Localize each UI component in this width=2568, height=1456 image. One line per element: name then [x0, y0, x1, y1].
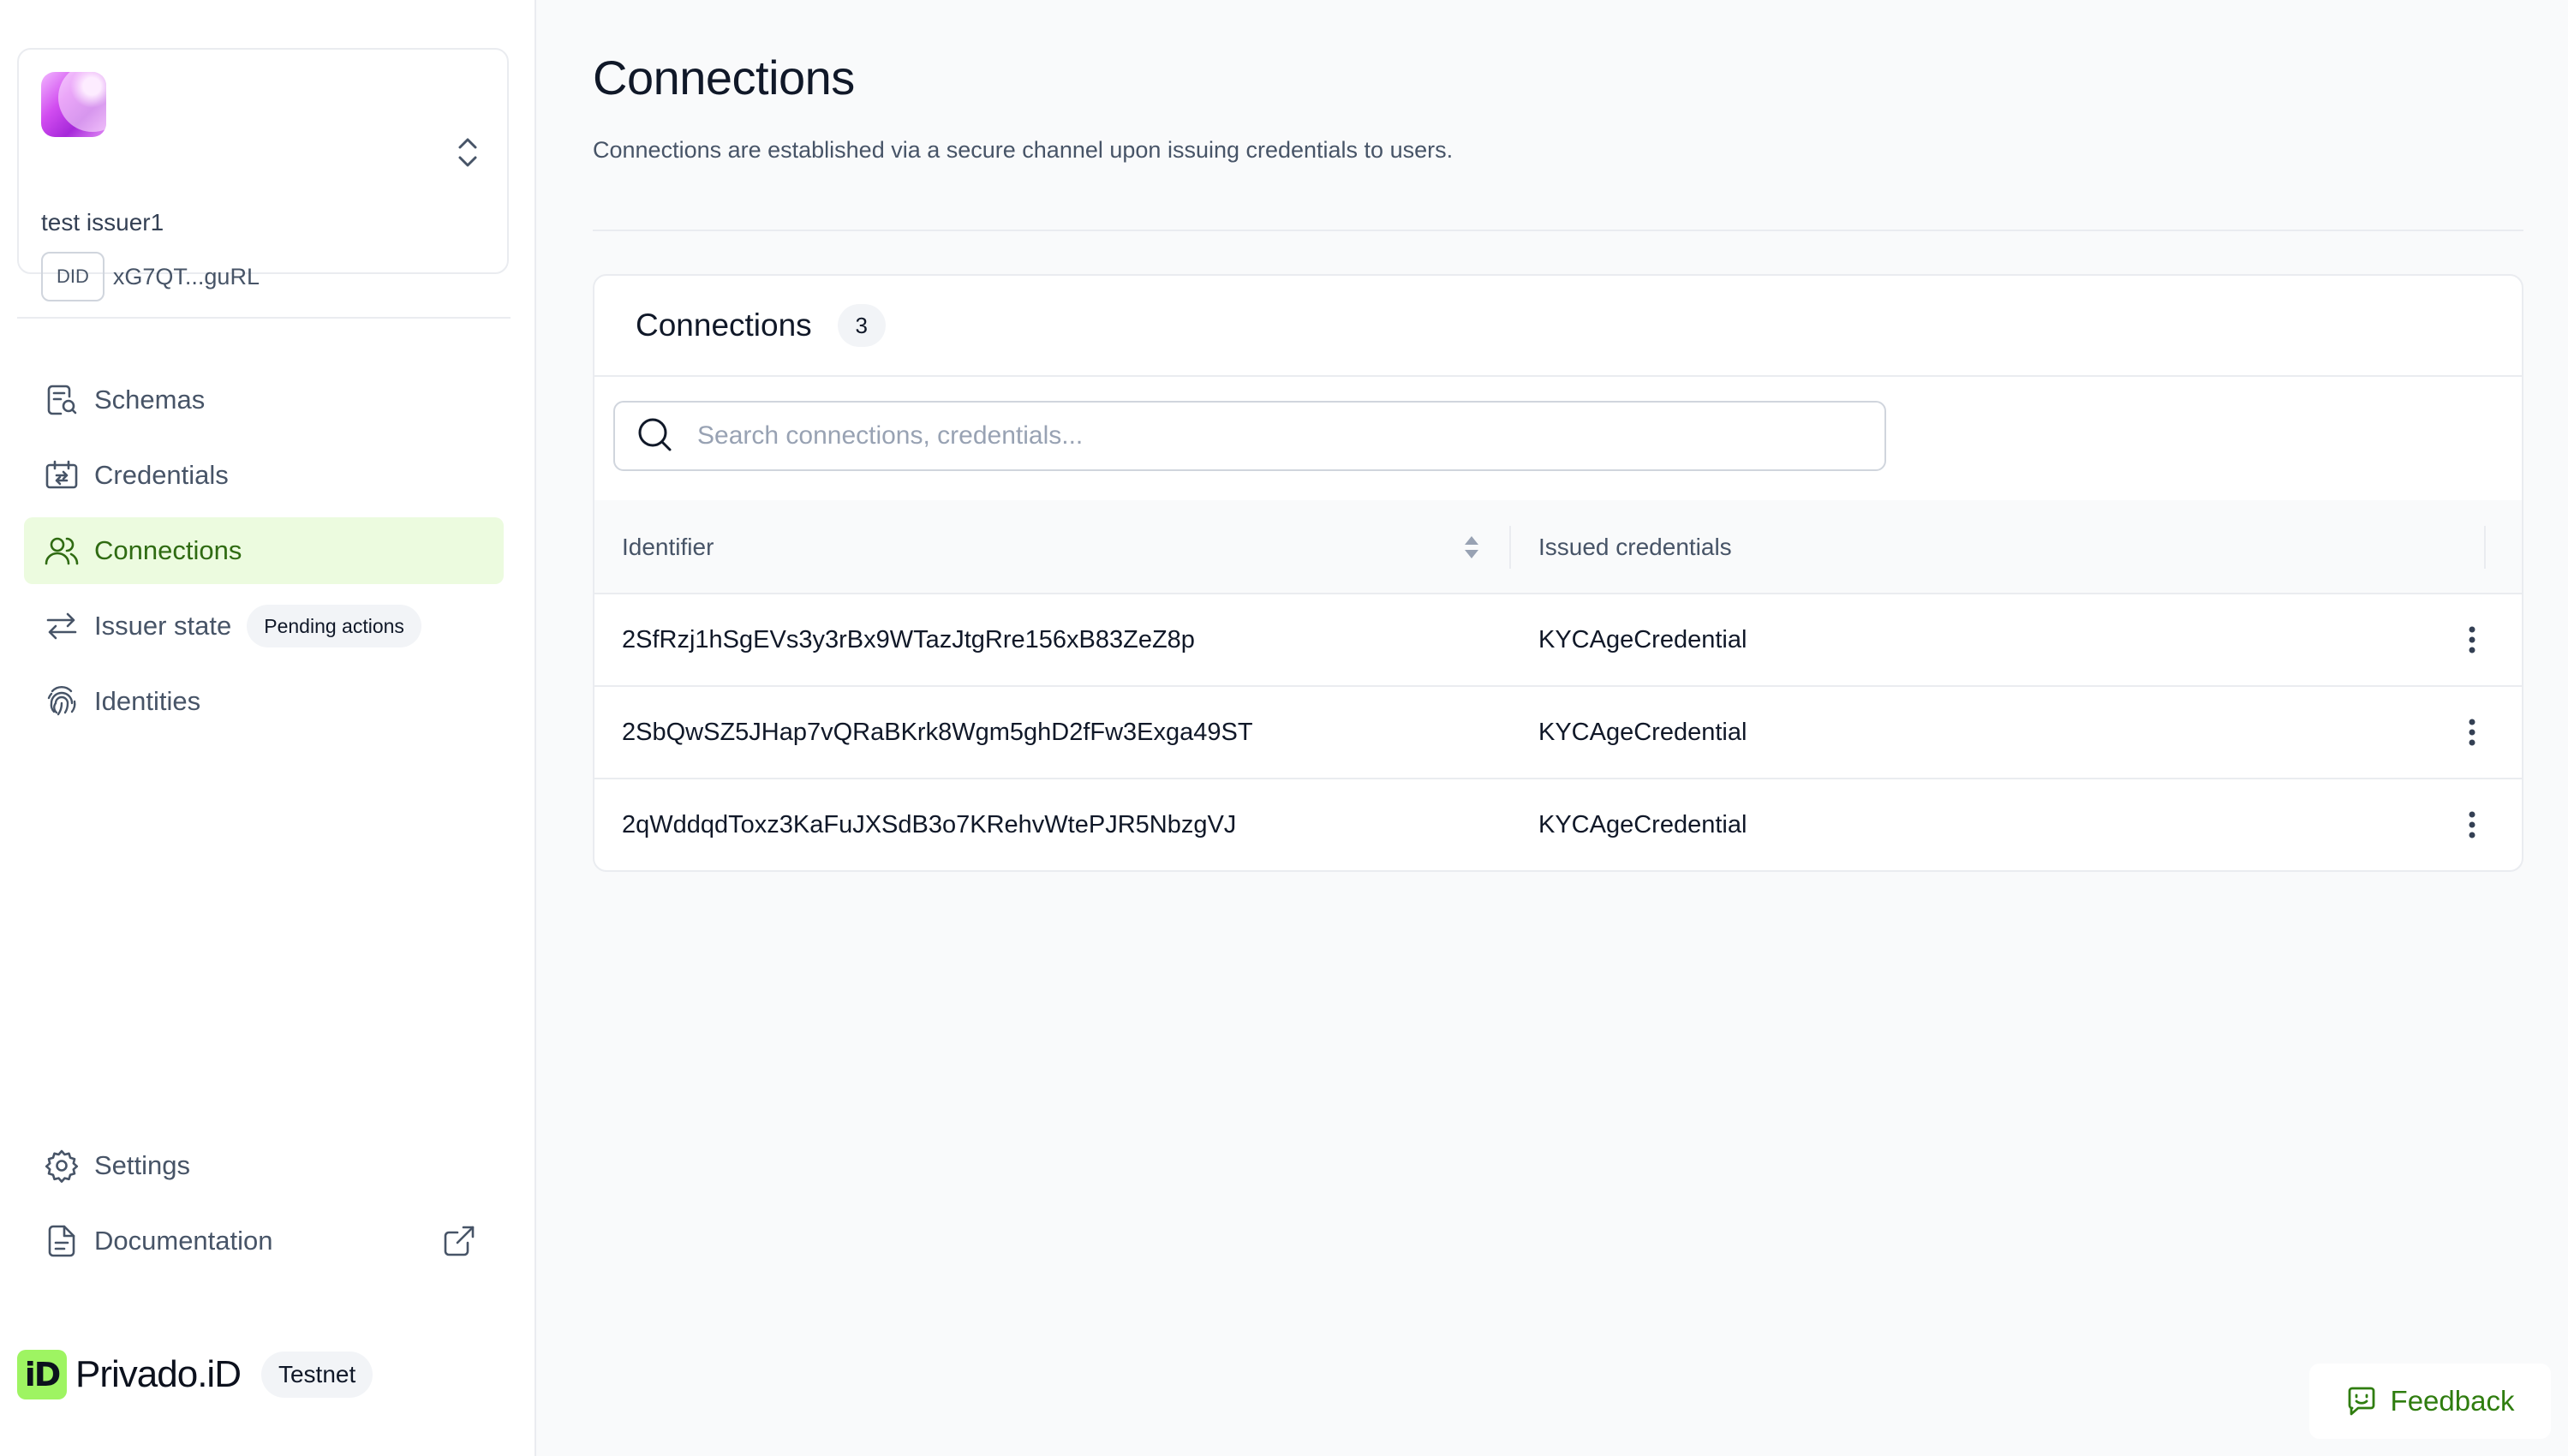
network-badge: Testnet	[260, 1352, 373, 1398]
issuer-name: test issuer1	[41, 209, 164, 236]
gear-icon	[45, 1149, 79, 1183]
chat-feedback-icon	[2348, 1387, 2374, 1416]
schema-icon	[45, 383, 79, 417]
sidebar-item-settings[interactable]: Settings	[24, 1132, 504, 1199]
column-header-issued-credentials: Issued credentials	[1538, 534, 1732, 560]
sidebar-divider	[17, 317, 511, 319]
table-row[interactable]: 2SfRzj1hSgEVs3y3rBx9WTazJtgRre156xB83ZeZ…	[594, 594, 2522, 687]
sidebar-item-identities[interactable]: Identities	[24, 668, 504, 735]
sidebar-item-label: Issuer state	[94, 611, 232, 641]
sidebar-item-schemas[interactable]: Schemas	[24, 367, 504, 433]
column-divider	[1509, 526, 1511, 569]
document-icon	[45, 1224, 79, 1258]
table-row[interactable]: 2qWddqdToxz3KaFuJXSdB3o7KRehvWtePJR5Nbzg…	[594, 779, 2522, 870]
more-vertical-icon[interactable]	[2455, 808, 2489, 842]
more-vertical-icon[interactable]	[2455, 623, 2489, 657]
main-content: Connections Connections are established …	[538, 0, 2568, 1456]
sidebar-item-documentation[interactable]: Documentation	[24, 1208, 504, 1274]
connection-identifier[interactable]: 2SfRzj1hSgEVs3y3rBx9WTazJtgRre156xB83ZeZ…	[622, 594, 1195, 685]
issued-credential: KYCAgeCredential	[1538, 625, 1747, 653]
search-input[interactable]	[696, 421, 1809, 451]
feedback-button[interactable]: Feedback	[2309, 1364, 2551, 1439]
table-header: Identifier Issued credentials	[594, 500, 2522, 594]
chevron-up-down-icon[interactable]	[452, 134, 483, 171]
column-divider	[2484, 526, 2486, 569]
sidebar-item-label: Identities	[94, 686, 201, 716]
page-subtitle: Connections are established via a secure…	[593, 137, 1454, 163]
count-badge: 3	[837, 304, 886, 347]
sidebar-item-credentials[interactable]: Credentials	[24, 442, 504, 509]
brand-name: Privado.iD	[75, 1353, 242, 1395]
pending-actions-badge: Pending actions	[247, 605, 421, 647]
sort-icon[interactable]	[1461, 531, 1482, 564]
card-title: Connections	[636, 307, 812, 343]
issuer-switcher-card[interactable]: test issuer1 DID xG7QT...guRL	[17, 48, 509, 301]
table-row[interactable]: 2SbQwSZ5JHap7vQRaBKrk8Wgm5ghD2fFw3Exga49…	[594, 687, 2522, 779]
sidebar-item-label: Settings	[94, 1150, 191, 1180]
search-box[interactable]	[613, 401, 1886, 471]
credentials-icon	[45, 458, 79, 492]
more-vertical-icon[interactable]	[2455, 715, 2489, 749]
sidebar-item-label: Documentation	[94, 1226, 273, 1256]
did-row: DID xG7QT...guRL	[41, 252, 260, 301]
feedback-label: Feedback	[2390, 1385, 2515, 1417]
issued-credential: KYCAgeCredential	[1538, 718, 1747, 746]
column-header-identifier[interactable]: Identifier	[622, 500, 714, 594]
card-header: Connections 3	[594, 276, 2522, 377]
switch-arrows-icon	[45, 609, 79, 643]
issuer-logo	[41, 72, 106, 137]
privado-logo: iD	[17, 1350, 67, 1399]
search-icon	[636, 415, 673, 457]
sidebar-item-label: Connections	[94, 535, 242, 565]
sidebar-item-label: Credentials	[94, 460, 229, 490]
users-icon	[45, 534, 79, 568]
brand: iD Privado.iD Testnet	[17, 1350, 373, 1399]
connection-identifier[interactable]: 2qWddqdToxz3KaFuJXSdB3o7KRehvWtePJR5Nbzg…	[622, 779, 1236, 870]
connections-card: Connections 3 Identifier	[593, 274, 2523, 872]
sidebar: test issuer1 DID xG7QT...guRL Schemas Cr…	[0, 0, 536, 1456]
did-badge: DID	[41, 252, 105, 301]
external-link-icon	[442, 1224, 476, 1258]
sidebar-item-label: Schemas	[94, 385, 206, 415]
did-value[interactable]: xG7QT...guRL	[113, 264, 260, 290]
sidebar-item-connections[interactable]: Connections	[24, 517, 504, 584]
header-divider	[593, 230, 2523, 231]
connection-identifier[interactable]: 2SbQwSZ5JHap7vQRaBKrk8Wgm5ghD2fFw3Exga49…	[622, 687, 1253, 778]
page-title: Connections	[593, 51, 855, 104]
sidebar-item-issuer-state[interactable]: Issuer state Pending actions	[24, 593, 504, 659]
fingerprint-icon	[45, 684, 79, 719]
issued-credential: KYCAgeCredential	[1538, 810, 1747, 838]
connections-table: Identifier Issued credentials 2SfRzj1hSg…	[594, 500, 2522, 870]
